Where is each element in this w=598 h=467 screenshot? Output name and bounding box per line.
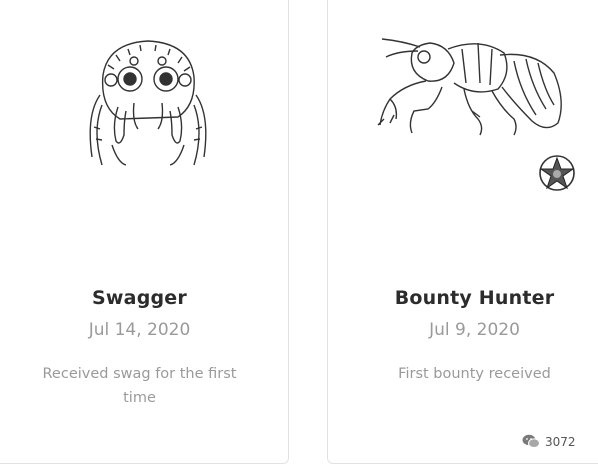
jumping-spider-icon — [89, 40, 207, 166]
badge-description: First bounty received — [398, 366, 551, 382]
badge-card-bounty-hunter[interactable]: Bounty Hunter Jul 9, 2020 First bounty r… — [327, 0, 598, 464]
badge-date: Jul 14, 2020 — [88, 320, 191, 340]
badge-card-swagger[interactable]: Swagger Jul 14, 2020 Received swag for t… — [0, 0, 289, 464]
badge-date: Jul 9, 2020 — [429, 320, 520, 340]
badge-description: Received swag for the first time — [42, 366, 237, 406]
cicada-icon — [377, 38, 562, 136]
sheriff-star-icon — [539, 155, 575, 191]
watermark: 3072 — [522, 434, 576, 449]
watermark-text: 3072 — [545, 434, 576, 449]
badge-title: Swagger — [92, 287, 187, 309]
badge-title: Bounty Hunter — [394, 287, 555, 309]
wechat-icon — [522, 434, 540, 448]
